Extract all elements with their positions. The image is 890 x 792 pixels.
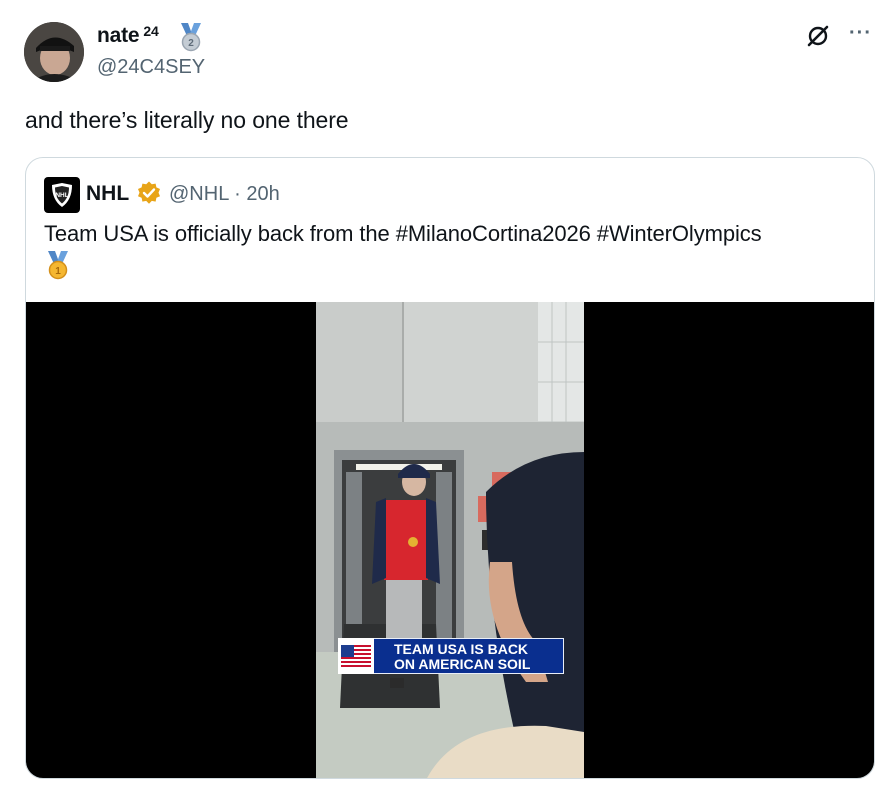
caption-text: TEAM USA IS BACK ON AMERICAN SOIL [374, 638, 564, 674]
svg-text:NHL: NHL [55, 192, 68, 199]
nhl-avatar[interactable]: NHL [44, 177, 80, 213]
gold-medal-icon: 1 [48, 251, 68, 280]
verified-badge-icon [138, 181, 160, 204]
author-avatar[interactable] [24, 22, 84, 82]
grok-icon[interactable] [806, 24, 830, 48]
author-display-name: nate [97, 24, 140, 47]
video-player[interactable]: TEAM USA IS BACK ON AMERICAN SOIL [26, 302, 874, 778]
svg-text:2: 2 [188, 38, 194, 49]
caption-line-1: TEAM USA IS BACK [394, 641, 529, 657]
quoted-tweet-card[interactable]: NHL NHL @NHL · 20h Team USA is officiall… [25, 157, 875, 779]
video-still [316, 302, 584, 778]
svg-text:1: 1 [55, 266, 61, 277]
video-frame: TEAM USA IS BACK ON AMERICAN SOIL [316, 302, 584, 778]
more-options-icon[interactable]: ··· [849, 22, 872, 45]
author-name-superscript: 24 [143, 23, 159, 39]
silver-medal-icon: 2 [181, 23, 201, 52]
quoted-handle-time[interactable]: @NHL · 20h [169, 183, 280, 206]
caption-line-2: ON AMERICAN SOIL [394, 656, 531, 672]
tweet-text: and there’s literally no one there [25, 107, 349, 133]
author-handle[interactable]: @24C4SEY [97, 56, 205, 79]
video-caption-banner: TEAM USA IS BACK ON AMERICAN SOIL [338, 638, 564, 674]
nhl-shield-icon: NHL [52, 183, 72, 207]
quoted-tweet-text: Team USA is officially back from the #Mi… [44, 221, 762, 246]
quoted-author-name[interactable]: NHL [86, 182, 129, 206]
author-name[interactable]: nate 24 [97, 23, 159, 48]
us-flag-icon [338, 638, 374, 674]
